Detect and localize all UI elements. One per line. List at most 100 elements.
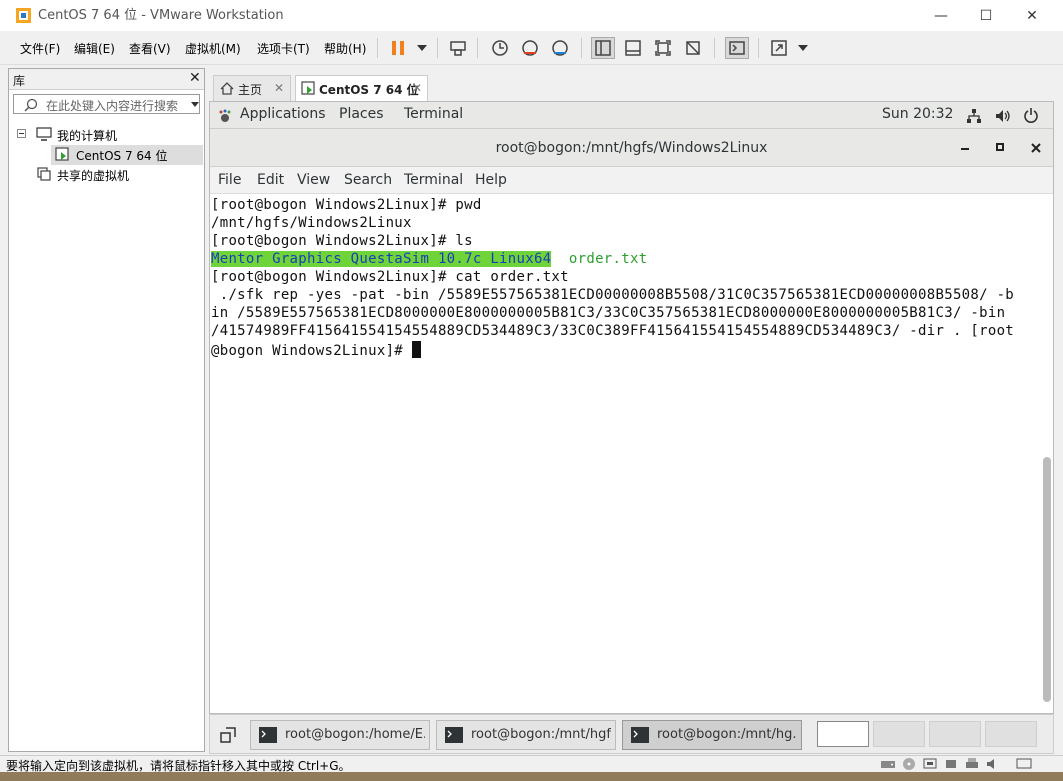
terminal-line: @bogon Windows2Linux]# — [211, 341, 421, 359]
menu-view[interactable]: 查看(V) — [129, 40, 171, 57]
terminal-menu-edit[interactable]: Edit — [257, 172, 284, 188]
chevron-down-icon[interactable] — [791, 37, 815, 59]
tab-close-button[interactable]: ✕ — [412, 81, 422, 95]
library-close-button[interactable]: ✕ — [189, 70, 201, 86]
display-icon[interactable] — [1016, 757, 1032, 771]
terminal-line: in /5589E557565381ECD8000000E8000000005B… — [211, 305, 1006, 321]
maximize-icon[interactable] — [996, 143, 1006, 153]
menu-vm[interactable]: 虚拟机(M) — [185, 40, 241, 57]
tree-label: CentOS 7 64 位 — [76, 149, 168, 163]
snapshot-icon[interactable] — [488, 37, 512, 59]
search-placeholder: 在此处键入内容进行搜索 — [46, 99, 179, 113]
thumbnail-bar-icon[interactable] — [621, 37, 645, 59]
terminal-menu-view[interactable]: View — [297, 172, 330, 188]
menu-help[interactable]: 帮助(H) — [324, 40, 366, 57]
clock[interactable]: Sun 20:32 — [882, 106, 953, 122]
task-terminal-1[interactable]: root@bogon:/home/E... — [250, 720, 430, 750]
tree-item-shared-vms[interactable]: 共享的虚拟机 — [33, 165, 203, 185]
task-label: root@bogon:/mnt/hgf... — [471, 727, 611, 742]
directory-entry: Mentor Graphics QuestaSim 10.7c Linux64 — [211, 251, 552, 267]
hard-disk-icon[interactable] — [880, 757, 896, 771]
toolbar-separator — [477, 38, 478, 58]
task-terminal-3[interactable]: root@bogon:/mnt/hg... — [622, 720, 802, 750]
chevron-down-icon[interactable] — [191, 102, 199, 107]
computer-icon — [36, 127, 52, 141]
file-entry: order.txt — [568, 251, 648, 267]
console-view-icon[interactable] — [725, 37, 749, 59]
workspace-1[interactable] — [817, 721, 869, 747]
show-library-icon[interactable] — [591, 37, 615, 59]
terminal-menu-terminal[interactable]: Terminal — [404, 172, 463, 188]
prompt: @bogon Windows2Linux]# — [211, 343, 412, 359]
tree-item-vm[interactable]: CentOS 7 64 位 — [51, 145, 203, 165]
terminal-title: root@bogon:/mnt/hgfs/Windows2Linux — [495, 140, 768, 156]
close-icon[interactable] — [1030, 142, 1042, 154]
tab-label: CentOS 7 64 位 — [319, 83, 419, 97]
terminal-line: /41574989FF415641554154554889CD534489C3/… — [211, 323, 1015, 339]
terminal-line: [root@bogon Windows2Linux]# pwd — [211, 197, 482, 213]
menu-tabs[interactable]: 选项卡(T) — [257, 40, 310, 57]
network-adapter-icon[interactable] — [922, 757, 938, 771]
terminal-line: /mnt/hgfs/Windows2Linux — [211, 215, 412, 231]
menu-edit[interactable]: 编辑(E) — [74, 40, 115, 57]
places-menu[interactable]: Places — [339, 106, 384, 122]
collapse-icon[interactable] — [17, 129, 26, 138]
chevron-down-icon[interactable] — [410, 37, 434, 59]
unity-icon[interactable] — [681, 37, 705, 59]
terminal-output[interactable]: [root@bogon Windows2Linux]# pwd /mnt/hgf… — [210, 195, 1053, 705]
show-desktop-icon[interactable] — [220, 727, 236, 743]
task-label: root@bogon:/mnt/hg... — [657, 727, 797, 742]
tab-centos[interactable]: CentOS 7 64 位 ✕ — [295, 75, 428, 101]
toolbar-separator — [437, 38, 438, 58]
window-title: CentOS 7 64 位 - VMware Workstation — [38, 8, 284, 23]
terminal-scrollbar[interactable] — [1043, 457, 1051, 702]
vmware-logo-icon — [16, 8, 31, 23]
tab-close-button[interactable]: ✕ — [274, 81, 284, 95]
status-text: 要将输入定向到该虚拟机，请将鼠标指针移入其中或按 Ctrl+G。 — [6, 759, 351, 773]
tab-home[interactable]: 主页 ✕ — [213, 75, 291, 101]
guest-taskbar: root@bogon:/home/E... root@bogon:/mnt/hg… — [209, 714, 1054, 754]
task-terminal-2[interactable]: root@bogon:/mnt/hgf... — [436, 720, 616, 750]
library-panel: 库 ✕ 在此处键入内容进行搜索 我的计算机 CentOS 7 64 位 共享的虚… — [8, 68, 205, 752]
terminal-menu-file[interactable]: File — [218, 172, 241, 188]
vm-running-icon — [301, 81, 315, 95]
close-button[interactable]: ✕ — [1009, 0, 1055, 31]
terminal-icon — [259, 727, 277, 743]
minimize-icon[interactable] — [961, 147, 971, 151]
pause-icon[interactable] — [386, 37, 410, 59]
workspace-3[interactable] — [929, 721, 981, 747]
workspace-4[interactable] — [985, 721, 1037, 747]
terminal-titlebar: root@bogon:/mnt/hgfs/Windows2Linux — [210, 129, 1053, 167]
terminal-menu-bar: File Edit View Search Terminal Help — [210, 167, 1053, 194]
terminal-line: ./sfk rep -yes -pat -bin /5589E557565381… — [211, 287, 1015, 303]
gnome-top-bar: Applications Places Terminal Sun 20:32 — [210, 102, 1053, 129]
full-screen-icon[interactable] — [651, 37, 675, 59]
minimize-button[interactable]: — — [918, 0, 964, 31]
terminal-app-menu[interactable]: Terminal — [404, 106, 463, 122]
vmware-window: CentOS 7 64 位 - VMware Workstation — ☐ ✕… — [0, 0, 1063, 773]
toolbar-separator — [758, 38, 759, 58]
menu-file[interactable]: 文件(F) — [20, 40, 60, 57]
sound-icon[interactable] — [985, 757, 1001, 771]
tree-item-my-computer[interactable]: 我的计算机 — [13, 125, 203, 145]
toolbar-separator — [714, 38, 715, 58]
revert-snapshot-icon[interactable] — [518, 37, 542, 59]
maximize-button[interactable]: ☐ — [963, 0, 1009, 31]
terminal-menu-search[interactable]: Search — [344, 172, 392, 188]
printer-icon[interactable] — [964, 757, 980, 771]
power-icon[interactable] — [1023, 107, 1039, 123]
volume-icon[interactable] — [995, 108, 1011, 124]
send-keys-icon[interactable] — [446, 37, 470, 59]
usb-icon[interactable] — [943, 757, 959, 771]
stretch-icon[interactable] — [767, 37, 791, 59]
toolbar-separator — [377, 38, 378, 58]
guest-screen[interactable]: Applications Places Terminal Sun 20:32 r… — [209, 101, 1054, 714]
network-icon[interactable] — [966, 108, 982, 124]
applications-menu[interactable]: Applications — [240, 106, 326, 122]
terminal-menu-help[interactable]: Help — [475, 172, 507, 188]
library-search-input[interactable]: 在此处键入内容进行搜索 — [13, 94, 200, 114]
snapshot-manager-icon[interactable] — [548, 37, 572, 59]
terminal-line: [root@bogon Windows2Linux]# ls — [211, 233, 473, 249]
workspace-2[interactable] — [873, 721, 925, 747]
cd-dvd-icon[interactable] — [901, 757, 917, 771]
